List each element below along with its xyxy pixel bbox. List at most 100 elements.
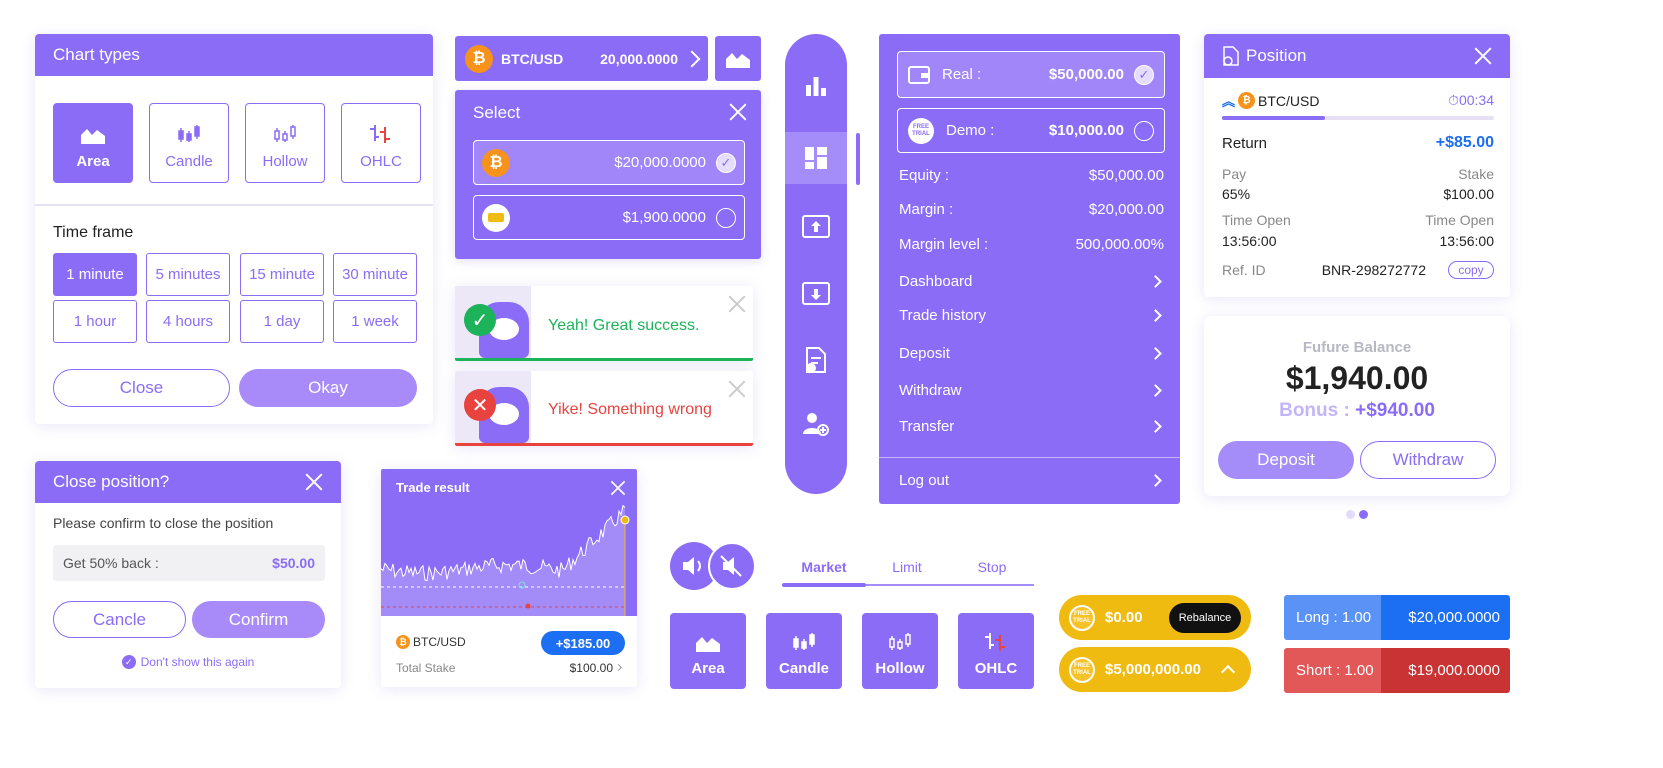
account-label: Real :	[942, 66, 982, 83]
deposit-button[interactable]: Deposit	[1218, 441, 1354, 479]
menu-dashboard[interactable]: Dashboard	[899, 271, 1164, 291]
chart-type-label: OHLC	[360, 153, 402, 170]
short-button[interactable]: Short : 1.00 $19,000.0000	[1284, 648, 1510, 693]
select-option-gold[interactable]: $1,900.0000	[473, 195, 745, 240]
close-position-dialog: Close position? Please confirm to close …	[35, 461, 341, 688]
toast-message: Yeah! Great success.	[548, 317, 700, 334]
okay-button[interactable]: Okay	[239, 369, 417, 407]
chart-type-hollow[interactable]: Hollow	[862, 613, 938, 689]
tf-1-week[interactable]: 1 week	[333, 300, 417, 343]
panel-header: Position	[1204, 34, 1510, 78]
chevron-right-icon	[1149, 274, 1162, 288]
menu-label: Withdraw	[899, 381, 962, 399]
option-value: $1,900.0000	[622, 209, 706, 226]
close-icon[interactable]	[729, 103, 747, 121]
dont-show-checkbox[interactable]: ✓ Don't show this again	[35, 655, 341, 669]
tab-market[interactable]: Market	[782, 555, 866, 575]
panel-header: Chart types	[35, 34, 433, 76]
cancel-button[interactable]: Cancle	[53, 601, 186, 638]
area-chart-icon	[81, 129, 105, 144]
option-value: $20,000.0000	[614, 154, 706, 171]
chart-type-hollow[interactable]: Hollow	[245, 103, 325, 183]
confirm-button[interactable]: Confirm	[192, 601, 325, 638]
copy-button[interactable]: copy	[1448, 261, 1494, 279]
close-icon[interactable]	[610, 480, 625, 495]
chart-type-candle[interactable]: Candle	[766, 613, 842, 689]
carousel-dot[interactable]	[1346, 510, 1355, 519]
hollow-candle-icon	[274, 125, 296, 142]
error-toast: ✕ Yike! Something wrong	[455, 371, 753, 446]
chart-type-ohlc[interactable]: OHLC	[958, 613, 1034, 689]
account-value: $10,000.00	[1048, 122, 1124, 139]
tf-15-minute[interactable]: 15 minute	[240, 253, 324, 296]
bonus-line: Bonus : +$940.00	[1204, 400, 1510, 422]
area-chart-icon	[696, 637, 720, 652]
menu-transfer[interactable]: Transfer	[899, 416, 1164, 436]
tf-4-hours[interactable]: 4 hours	[146, 300, 230, 343]
nav-dashboard[interactable]	[785, 132, 847, 184]
nav-withdraw[interactable]	[785, 267, 847, 319]
withdraw-button[interactable]: Withdraw	[1360, 441, 1496, 479]
time-open-label: Time Open	[1425, 212, 1494, 228]
chevron-right-icon	[1149, 346, 1162, 360]
chart-type-button[interactable]	[715, 36, 761, 81]
nav-deposit[interactable]	[785, 200, 847, 252]
tab-limit[interactable]: Limit	[866, 555, 948, 575]
chart-type-area[interactable]: Area	[670, 613, 746, 689]
demo-account-dropdown[interactable]: FREE TRIAL $5,000,000.00	[1059, 647, 1251, 692]
chevron-right-icon	[614, 663, 623, 672]
sound-off-button[interactable]	[708, 542, 756, 590]
nav-referral[interactable]	[785, 398, 847, 450]
account-demo[interactable]: FREE TRIAL Demo : $10,000.00	[897, 108, 1165, 153]
long-label: Long : 1.00	[1284, 595, 1381, 640]
pair-selector[interactable]: ₿ BTC/USD 20,000.0000	[455, 36, 708, 81]
select-option-btc[interactable]: ₿ $20,000.0000 ✓	[473, 140, 745, 185]
chevron-right-icon	[1149, 383, 1162, 397]
long-button[interactable]: Long : 1.00 $20,000.0000	[1284, 595, 1510, 640]
close-button[interactable]: Close	[53, 369, 230, 407]
pair-name: BTC/USD	[413, 635, 466, 649]
chart-types-panel: Chart types Area Candle Hollow OHLC Time…	[35, 34, 433, 424]
menu-withdraw[interactable]: Withdraw	[899, 380, 1164, 400]
close-icon[interactable]	[1474, 47, 1492, 65]
tab-stop[interactable]: Stop	[950, 555, 1034, 575]
menu-label: Trade history	[899, 306, 986, 324]
free-trial-badge: FREE TRIAL	[908, 117, 934, 144]
check-icon: ✓	[1134, 64, 1154, 85]
chevron-right-icon	[1149, 473, 1162, 487]
return-value: +$85.00	[1435, 134, 1494, 151]
account-real[interactable]: Real : $50,000.00 ✓	[897, 51, 1165, 98]
tf-5-minutes[interactable]: 5 minutes	[146, 253, 230, 296]
rebalance-button[interactable]: Rebalance	[1169, 602, 1241, 633]
position-pair: ︽ ₿ BTC/USD	[1222, 91, 1319, 110]
chart-type-candle[interactable]: Candle	[149, 103, 229, 183]
pay-label: Pay	[1222, 166, 1247, 182]
short-value: $19,000.0000	[1381, 648, 1510, 693]
menu-label: Dashboard	[899, 272, 973, 290]
bonus-value: +$940.00	[1355, 400, 1435, 421]
chart-type-ohlc[interactable]: OHLC	[341, 103, 421, 183]
menu-logout[interactable]: Log out	[899, 470, 1164, 490]
nav-history[interactable]	[785, 334, 847, 386]
row-label: Equity :	[899, 166, 950, 184]
nav-chart[interactable]	[785, 60, 847, 112]
carousel-dot-active[interactable]	[1359, 510, 1368, 519]
close-icon[interactable]	[728, 380, 746, 398]
checkbox-label: Don't show this again	[140, 655, 255, 669]
tf-1-day[interactable]: 1 day	[240, 300, 324, 343]
close-icon[interactable]	[305, 473, 323, 491]
chart-type-area[interactable]: Area	[53, 103, 133, 183]
menu-deposit[interactable]: Deposit	[899, 343, 1164, 363]
close-icon[interactable]	[728, 295, 746, 313]
chart-type-label: Candle	[165, 153, 213, 170]
short-label: Short : 1.00	[1284, 648, 1381, 693]
stake-value: $100.00	[1443, 186, 1494, 202]
stake-label: Stake	[1458, 166, 1494, 182]
deposit-icon	[802, 215, 830, 238]
chevron-right-icon	[683, 50, 701, 67]
tf-1-minute[interactable]: 1 minute	[53, 253, 137, 296]
position-card: Position ︽ ₿ BTC/USD ⏱00:34 Return +$85.…	[1204, 34, 1510, 297]
tf-30-minute[interactable]: 30 minute	[333, 253, 417, 296]
tf-1-hour[interactable]: 1 hour	[53, 300, 137, 343]
menu-trade-history[interactable]: Trade history	[899, 305, 1164, 325]
